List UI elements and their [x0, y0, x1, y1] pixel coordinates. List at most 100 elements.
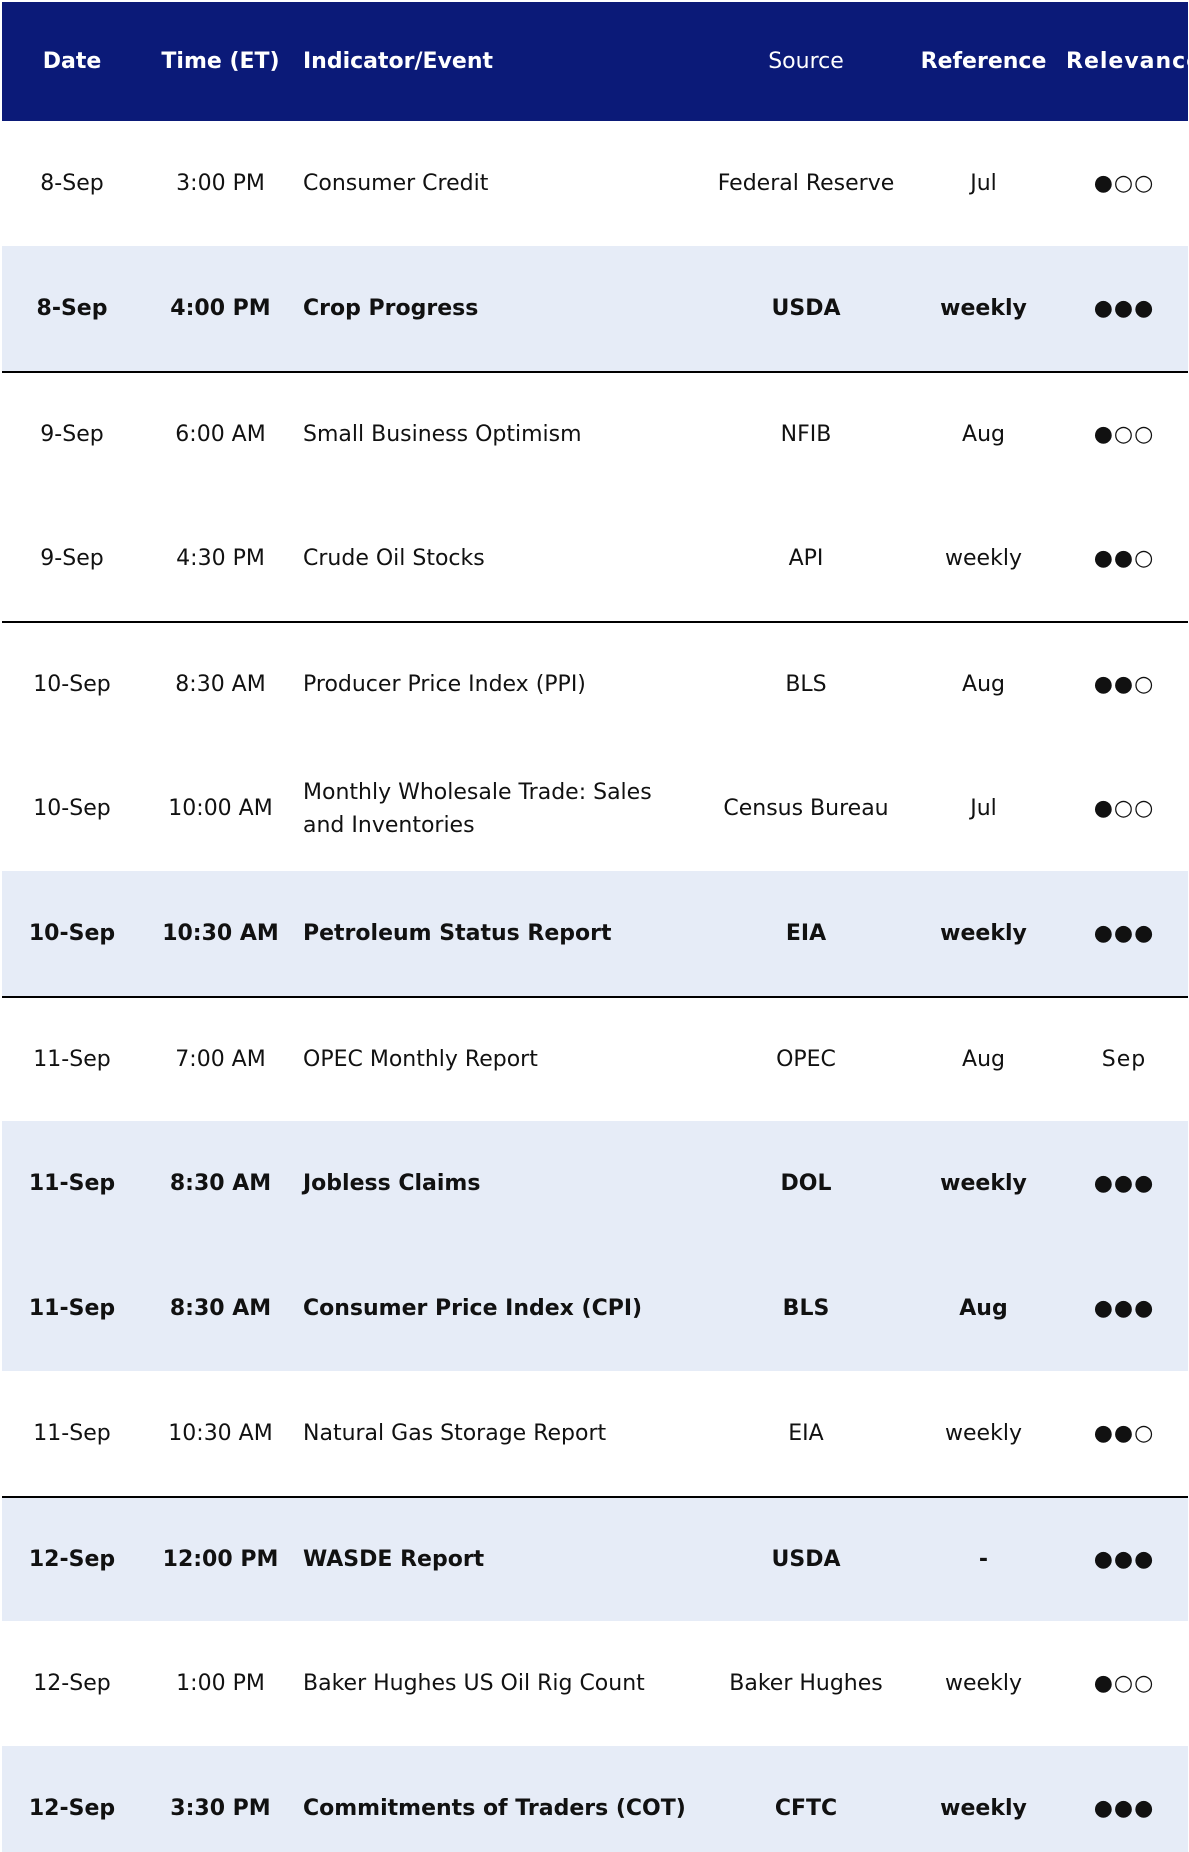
row-relevance: ●●●	[1093, 1296, 1155, 1321]
header-reference: Reference	[920, 49, 1047, 74]
row-date: 12-Sep	[28, 1547, 116, 1572]
row-date: 10-Sep	[33, 796, 111, 821]
row-relevance: Sep	[1101, 1047, 1147, 1072]
row-source: API	[788, 546, 824, 571]
row-indicator: Baker Hughes US Oil Rig Count	[303, 1671, 645, 1696]
row-reference: weekly	[940, 921, 1027, 946]
table-row: 8-Sep 4:00 PM Crop Progress USDA weekly …	[2, 246, 1188, 371]
row-time: 3:30 PM	[170, 1796, 271, 1821]
row-date: 12-Sep	[33, 1671, 111, 1696]
table-row: 11-Sep 10:30 AM Natural Gas Storage Repo…	[2, 1371, 1188, 1496]
row-indicator: Commitments of Traders (COT)	[303, 1796, 686, 1821]
row-reference: weekly	[945, 546, 1022, 571]
row-source: Federal Reserve	[717, 171, 895, 196]
header-source: Source	[768, 49, 844, 74]
table-row: 9-Sep 6:00 AM Small Business Optimism NF…	[2, 371, 1188, 496]
header-indicator: Indicator/Event	[303, 49, 494, 74]
row-source: USDA	[771, 296, 841, 321]
table-row: 11-Sep 8:30 AM Consumer Price Index (CPI…	[2, 1246, 1188, 1371]
row-indicator: Consumer Price Index (CPI)	[303, 1296, 643, 1321]
table-row: 10-Sep 10:00 AM Monthly Wholesale Trade:…	[2, 746, 1188, 871]
row-source: BLS	[785, 672, 827, 697]
row-relevance: ●●○	[1093, 546, 1155, 571]
table-header: Date Time (ET) Indicator/Event Source Re…	[2, 2, 1189, 121]
table-row: 12-Sep 3:30 PM Commitments of Traders (C…	[2, 1746, 1188, 1852]
row-source: Baker Hughes	[729, 1671, 883, 1696]
row-date: 9-Sep	[40, 546, 104, 571]
row-date: 12-Sep	[28, 1796, 116, 1821]
row-indicator: Jobless Claims	[303, 1171, 481, 1196]
economic-calendar-table: Date Time (ET) Indicator/Event Source Re…	[2, 2, 1189, 1852]
table-row: 9-Sep 4:30 PM Crude Oil Stocks API weekl…	[2, 496, 1188, 621]
header-relevance: Relevance	[1066, 49, 1189, 74]
row-reference: weekly	[940, 1171, 1027, 1196]
row-date: 11-Sep	[28, 1296, 116, 1321]
row-reference: Aug	[962, 422, 1005, 447]
row-relevance: ●○○	[1093, 171, 1155, 196]
row-source: Census Bureau	[723, 796, 889, 821]
row-indicator: Small Business Optimism	[303, 422, 582, 447]
row-indicator: Monthly Wholesale Trade: Sales and Inven…	[303, 779, 652, 838]
row-relevance: ●●○	[1093, 1421, 1155, 1446]
row-time: 4:00 PM	[170, 296, 271, 321]
row-source: CFTC	[774, 1796, 838, 1821]
row-date: 11-Sep	[28, 1171, 116, 1196]
row-time: 6:00 AM	[175, 422, 266, 447]
row-source: EIA	[788, 1421, 824, 1446]
row-date: 8-Sep	[40, 171, 104, 196]
row-date: 9-Sep	[40, 422, 104, 447]
row-time: 7:00 AM	[175, 1047, 266, 1072]
row-source: EIA	[785, 921, 827, 946]
row-reference: weekly	[945, 1421, 1022, 1446]
row-time: 8:30 AM	[169, 1171, 272, 1196]
row-indicator: WASDE Report	[303, 1547, 485, 1572]
row-reference: Aug	[962, 672, 1005, 697]
row-relevance: ●○○	[1093, 422, 1155, 447]
table-row: 10-Sep 8:30 AM Producer Price Index (PPI…	[2, 621, 1188, 746]
row-relevance: ●●○	[1093, 672, 1155, 697]
row-time: 10:30 AM	[162, 921, 279, 946]
row-relevance: ●●●	[1093, 1796, 1155, 1821]
row-reference: Aug	[959, 1296, 1008, 1321]
row-reference: Aug	[962, 1047, 1005, 1072]
row-indicator: Crude Oil Stocks	[303, 546, 485, 571]
table-row: 8-Sep 3:00 PM Consumer Credit Federal Re…	[2, 121, 1188, 246]
row-time: 3:00 PM	[176, 171, 265, 196]
row-time: 10:00 AM	[168, 796, 273, 821]
row-date: 10-Sep	[33, 672, 111, 697]
row-date: 8-Sep	[36, 296, 108, 321]
header-date: Date	[42, 49, 102, 74]
row-relevance: ●●●	[1093, 296, 1155, 321]
row-time: 4:30 PM	[176, 546, 265, 571]
table-row: 12-Sep 12:00 PM WASDE Report USDA - ●●●	[2, 1496, 1188, 1621]
row-time: 1:00 PM	[176, 1671, 265, 1696]
table-row: 12-Sep 1:00 PM Baker Hughes US Oil Rig C…	[2, 1621, 1188, 1746]
row-time: 8:30 AM	[169, 1296, 272, 1321]
row-reference: weekly	[940, 1796, 1027, 1821]
row-reference: Jul	[970, 796, 997, 821]
header-time: Time (ET)	[161, 49, 280, 74]
row-indicator: Natural Gas Storage Report	[303, 1421, 607, 1446]
row-source: DOL	[780, 1171, 832, 1196]
row-time: 10:30 AM	[168, 1421, 273, 1446]
row-time: 8:30 AM	[175, 672, 266, 697]
row-indicator: Producer Price Index (PPI)	[303, 672, 586, 697]
row-relevance: ●●●	[1093, 921, 1155, 946]
row-date: 11-Sep	[33, 1421, 111, 1446]
row-indicator: Consumer Credit	[303, 171, 489, 196]
row-indicator: OPEC Monthly Report	[303, 1047, 538, 1072]
table-row: 11-Sep 8:30 AM Jobless Claims DOL weekly…	[2, 1121, 1188, 1246]
row-reference: -	[978, 1547, 989, 1572]
row-reference: weekly	[945, 1671, 1022, 1696]
row-date: 11-Sep	[33, 1047, 111, 1072]
row-time: 12:00 PM	[162, 1547, 279, 1572]
row-relevance: ●●●	[1093, 1547, 1155, 1572]
row-indicator: Crop Progress	[303, 296, 479, 321]
row-relevance: ●○○	[1093, 1671, 1155, 1696]
row-indicator: Petroleum Status Report	[303, 921, 612, 946]
table-row: 10-Sep 10:30 AM Petroleum Status Report …	[2, 871, 1188, 996]
row-source: NFIB	[780, 422, 832, 447]
row-relevance: ●○○	[1093, 796, 1155, 821]
row-reference: Jul	[970, 171, 997, 196]
row-source: USDA	[771, 1547, 841, 1572]
